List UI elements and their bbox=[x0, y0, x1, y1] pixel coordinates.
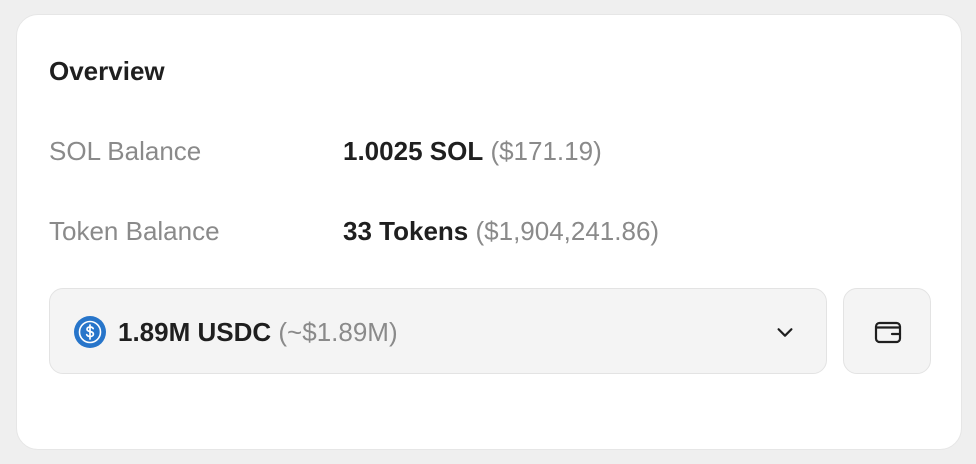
sol-balance-usd: ($171.19) bbox=[490, 136, 602, 166]
overview-card: Overview SOL Balance 1.0025 SOL ($171.19… bbox=[16, 14, 962, 450]
token-select-amount: 1.89M USDC bbox=[118, 317, 272, 347]
token-balance-label: Token Balance bbox=[49, 216, 220, 246]
wallet-button[interactable] bbox=[843, 288, 931, 374]
wallet-icon bbox=[874, 321, 902, 344]
card-title: Overview bbox=[49, 56, 165, 86]
sol-balance-label: SOL Balance bbox=[49, 136, 202, 166]
token-balance-value: 33 Tokens ($1,904,241.86) bbox=[343, 213, 659, 249]
token-select-dropdown[interactable]: 1.89M USDC (~$1.89M) bbox=[49, 288, 827, 374]
token-select-value: 1.89M USDC (~$1.89M) bbox=[118, 314, 398, 350]
token-balance-count: 33 Tokens bbox=[343, 216, 469, 246]
sol-balance-amount: 1.0025 SOL bbox=[343, 136, 484, 166]
usdc-coin-icon bbox=[74, 316, 106, 348]
token-balance-usd: ($1,904,241.86) bbox=[475, 216, 660, 246]
sol-balance-value: 1.0025 SOL ($171.19) bbox=[343, 133, 602, 169]
chevron-down-icon bbox=[777, 328, 793, 337]
token-select-usd: (~$1.89M) bbox=[278, 317, 398, 347]
